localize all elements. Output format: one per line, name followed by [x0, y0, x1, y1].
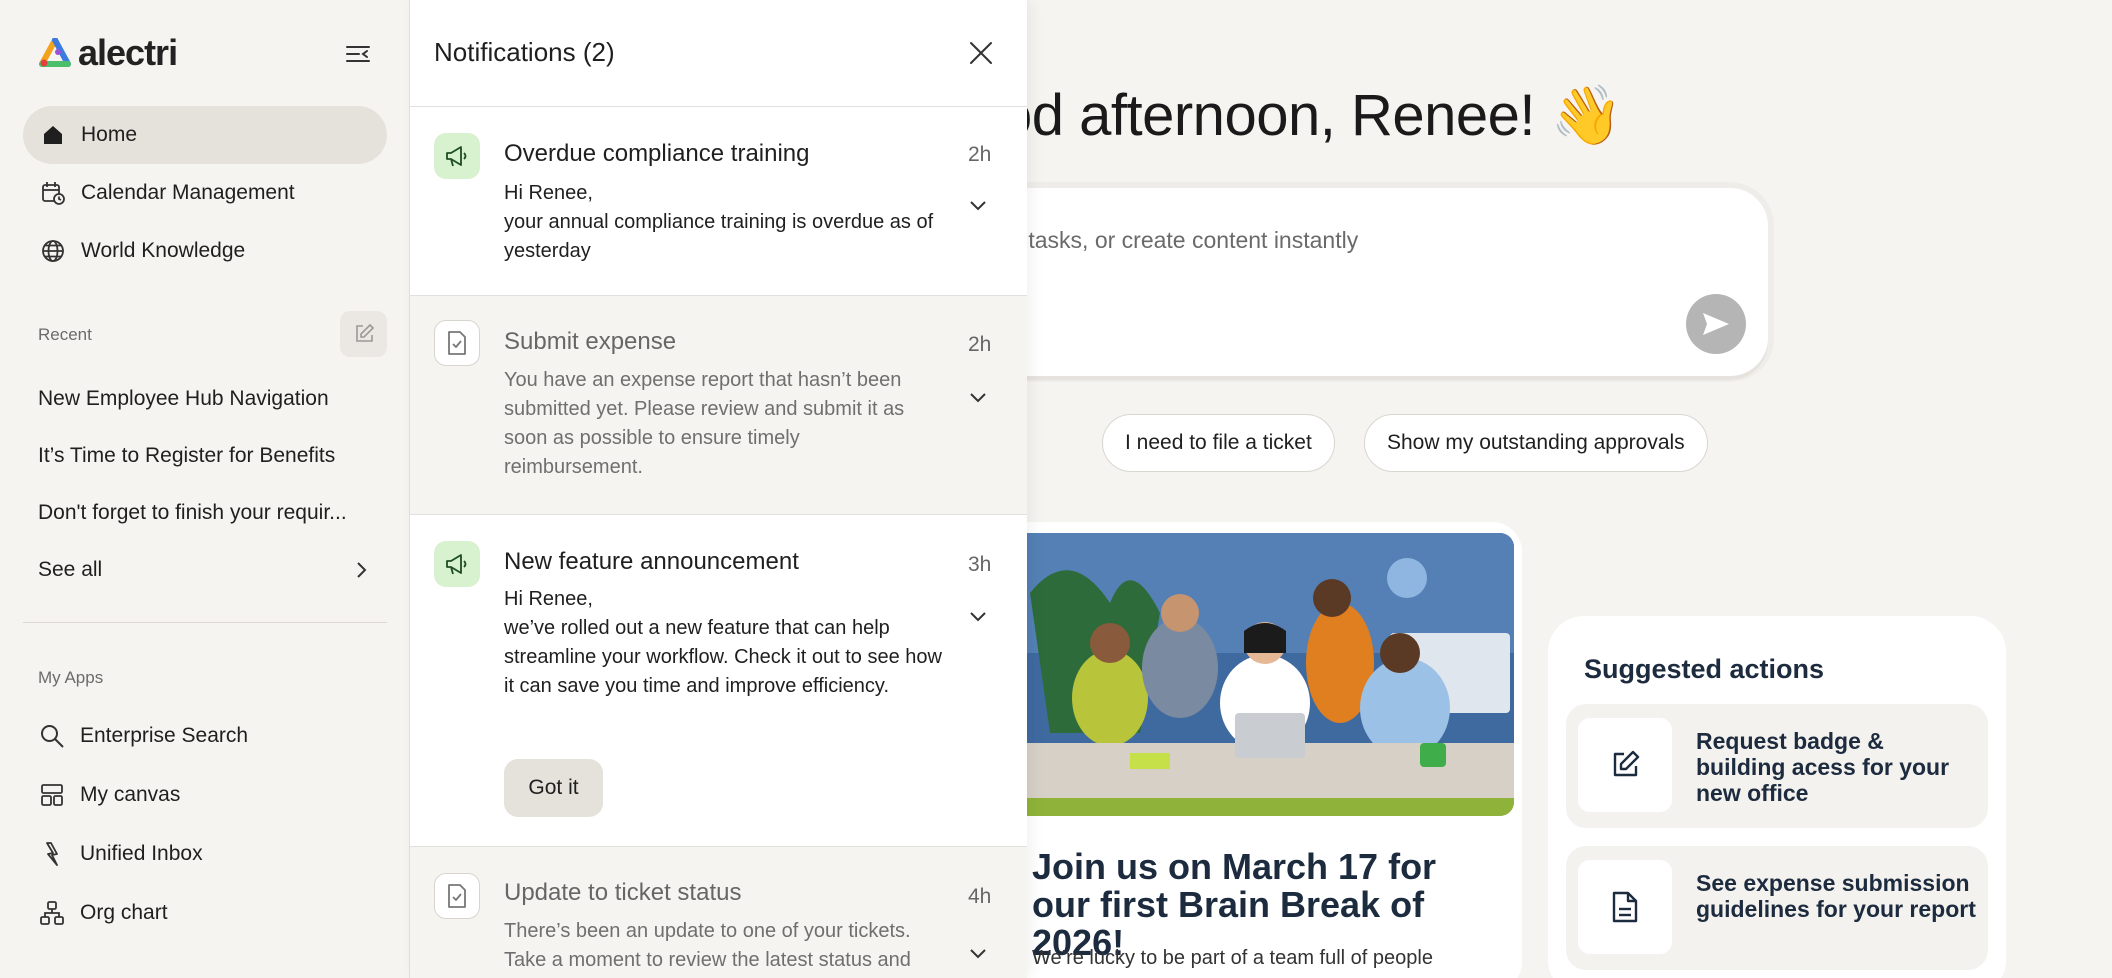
- main-nav: Home Calendar Management World Knowledge: [23, 106, 387, 280]
- notification-time: 2h: [968, 143, 992, 166]
- document-icon: [1612, 891, 1638, 923]
- checklist-icon: [434, 320, 480, 366]
- expand-notification-button[interactable]: [966, 604, 990, 628]
- send-icon: [1703, 313, 1729, 335]
- new-chat-button[interactable]: [340, 311, 387, 357]
- app-item-label: Unified Inbox: [80, 841, 203, 865]
- notification-body: There’s been an update to one of your ti…: [504, 920, 911, 971]
- edit-icon: [355, 323, 374, 342]
- event-photo: [1010, 533, 1514, 816]
- notifications-header: Notifications (2): [410, 0, 1027, 107]
- event-title: Join us on March 17 for our first Brain …: [1032, 846, 1437, 963]
- notification-body: You have an expense report that hasn’t b…: [504, 369, 905, 478]
- suggestion-chip-outstanding-approvals[interactable]: Show my outstanding approvals: [1364, 414, 1708, 472]
- expand-notification-button[interactable]: [966, 193, 990, 217]
- my-apps-section-label: My Apps: [38, 668, 104, 687]
- send-button[interactable]: [1686, 294, 1746, 354]
- notification-title: Overdue compliance training: [504, 140, 810, 167]
- recent-item[interactable]: New Employee Hub Navigation: [38, 370, 378, 427]
- calendar-icon: [39, 179, 67, 207]
- suggestion-chip-file-ticket[interactable]: I need to file a ticket: [1102, 414, 1335, 472]
- recent-item[interactable]: Don't forget to finish your requir...: [38, 484, 378, 541]
- notification-title: Update to ticket status: [504, 879, 742, 906]
- nav-item-calendar-management[interactable]: Calendar Management: [23, 164, 387, 222]
- canvas-icon: [38, 781, 66, 809]
- notification-time: 3h: [968, 553, 992, 576]
- nav-item-label: Calendar Management: [81, 181, 295, 204]
- notification-body: Hi Renee, we’ve rolled out a new feature…: [504, 588, 942, 697]
- notification-item-unread[interactable]: Overdue compliance training 2h Hi Renee,…: [410, 107, 1027, 296]
- app-item-enterprise-search[interactable]: Enterprise Search: [38, 706, 368, 765]
- notification-time: 4h: [968, 885, 992, 908]
- app-item-label: My canvas: [80, 782, 181, 806]
- megaphone-icon: [434, 133, 480, 179]
- suggested-action-expense-guidelines[interactable]: See expense submission guidelines for yo…: [1566, 846, 1988, 970]
- notifications-title: Notifications (2): [434, 37, 615, 67]
- nav-item-label: Home: [81, 123, 138, 146]
- notification-item-read[interactable]: Update to ticket status 4h There’s been …: [410, 847, 1027, 978]
- globe-icon: [39, 237, 67, 265]
- org-chart-icon: [38, 899, 66, 927]
- app-item-my-canvas[interactable]: My canvas: [38, 765, 368, 824]
- home-icon: [39, 121, 67, 149]
- notifications-panel: Notifications (2) Overdue compliance tra…: [410, 0, 1027, 978]
- close-notifications-button[interactable]: [966, 38, 996, 68]
- collapse-menu-icon: [346, 46, 370, 62]
- recent-item[interactable]: It’s Time to Register for Benefits: [38, 427, 378, 484]
- close-icon: [970, 42, 992, 64]
- recent-list: New Employee Hub Navigation It’s Time to…: [38, 370, 378, 541]
- suggested-action-icon: [1578, 718, 1672, 812]
- edit-icon: [1613, 750, 1640, 777]
- got-it-button[interactable]: Got it: [504, 759, 603, 817]
- app-item-unified-inbox[interactable]: Unified Inbox: [38, 824, 368, 883]
- suggested-action-text: Request badge & building acess for your …: [1696, 728, 1950, 806]
- notification-item-unread[interactable]: New feature announcement 3h Hi Renee, we…: [410, 515, 1027, 847]
- collapse-sidebar-button[interactable]: [343, 40, 373, 68]
- see-all-link[interactable]: See all: [38, 540, 368, 600]
- notification-time: 2h: [968, 333, 992, 356]
- sidebar-divider: [23, 622, 387, 623]
- megaphone-icon: [434, 541, 480, 587]
- chevron-right-icon: [357, 562, 367, 578]
- chevron-down-icon: [970, 201, 986, 211]
- team-photo-image: [1010, 533, 1514, 816]
- search-icon: [38, 722, 66, 750]
- notification-title: New feature announcement: [504, 548, 799, 575]
- nav-item-home[interactable]: Home: [23, 106, 387, 164]
- notification-title: Submit expense: [504, 328, 677, 355]
- suggested-action-text: See expense submission guidelines for yo…: [1696, 870, 1976, 922]
- event-body: We’re lucky to be part of a team full of…: [1032, 947, 1433, 969]
- alectri-logo-icon: [39, 38, 71, 67]
- chevron-down-icon: [970, 949, 986, 959]
- brand-logo[interactable]: alectri: [38, 32, 178, 74]
- sidebar: alectri Home Calendar Management World K…: [0, 0, 410, 978]
- see-all-label: See all: [38, 558, 103, 581]
- suggested-action-icon: [1578, 860, 1672, 954]
- suggested-actions-title: Suggested actions: [1584, 654, 1825, 684]
- checklist-icon: [434, 873, 480, 919]
- app-item-org-chart[interactable]: Org chart: [38, 883, 368, 942]
- nav-item-world-knowledge[interactable]: World Knowledge: [23, 222, 387, 280]
- recent-section-label: Recent: [38, 325, 92, 344]
- notification-body: Hi Renee, your annual compliance trainin…: [504, 182, 934, 262]
- expand-notification-button[interactable]: [966, 941, 990, 965]
- app-item-label: Enterprise Search: [80, 723, 249, 747]
- chevron-down-icon: [970, 612, 986, 622]
- notification-item-read[interactable]: Submit expense 2h You have an expense re…: [410, 296, 1027, 515]
- apps-list: Enterprise Search My canvas Unified Inbo…: [38, 706, 368, 942]
- prompt-input-placeholder[interactable]: ate tasks, or create content instantly: [990, 227, 1358, 254]
- brand-name: alectri: [78, 32, 178, 73]
- expand-notification-button[interactable]: [966, 385, 990, 409]
- suggested-action-request-badge[interactable]: Request badge & building acess for your …: [1566, 704, 1988, 828]
- nav-item-label: World Knowledge: [81, 239, 246, 262]
- chevron-down-icon: [970, 393, 986, 403]
- greeting-heading: od afternoon, Renee! 👋: [1000, 83, 1623, 148]
- app-item-label: Org chart: [80, 900, 168, 924]
- inbox-icon: [38, 840, 66, 868]
